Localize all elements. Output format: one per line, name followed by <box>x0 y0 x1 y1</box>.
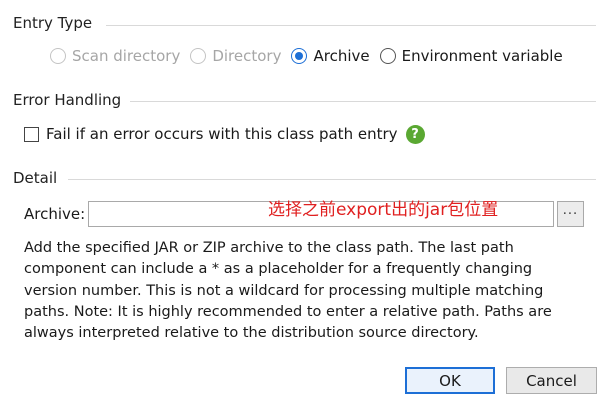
detail-title: Detail <box>13 169 58 187</box>
annotation-text: 选择之前export出的jar包位置 <box>268 200 499 220</box>
help-icon[interactable]: ? <box>405 124 425 144</box>
entry-type-radio-group: Scan directory Directory Archive Environ… <box>50 44 573 68</box>
radio-label-directory: Directory <box>212 47 282 65</box>
radio-directory[interactable]: Directory <box>190 47 281 65</box>
browse-button[interactable]: ··· <box>557 201 584 227</box>
radio-button[interactable] <box>291 48 308 64</box>
fail-on-error-label: Fail if an error occurs with this class … <box>46 125 398 143</box>
radio-label-environment-variable: Environment variable <box>401 47 563 65</box>
entry-type-title: Entry Type <box>13 14 93 32</box>
radio-label-archive: Archive <box>313 47 370 65</box>
cancel-button[interactable]: Cancel <box>506 367 597 394</box>
error-handling-divider <box>130 101 596 102</box>
classpath-entry-dialog: Entry Type Scan directory Directory Arch… <box>0 0 607 404</box>
radio-button[interactable] <box>50 48 66 64</box>
detail-divider <box>68 179 596 180</box>
radio-button[interactable] <box>379 48 396 64</box>
archive-description: Add the specified JAR or ZIP archive to … <box>24 240 552 342</box>
fail-on-error-option[interactable]: Fail if an error occurs with this class … <box>24 122 425 146</box>
fail-on-error-checkbox[interactable] <box>24 126 39 142</box>
archive-label: Archive: <box>24 205 86 223</box>
entry-type-divider <box>106 25 596 26</box>
error-handling-title: Error Handling <box>13 91 122 109</box>
ok-button[interactable]: OK <box>405 367 495 394</box>
radio-label-scan-directory: Scan directory <box>72 47 181 65</box>
radio-scan-directory[interactable]: Scan directory <box>50 47 180 65</box>
radio-archive[interactable]: Archive <box>291 47 370 65</box>
radio-environment-variable[interactable]: Environment variable <box>379 47 563 65</box>
radio-button[interactable] <box>190 48 207 64</box>
